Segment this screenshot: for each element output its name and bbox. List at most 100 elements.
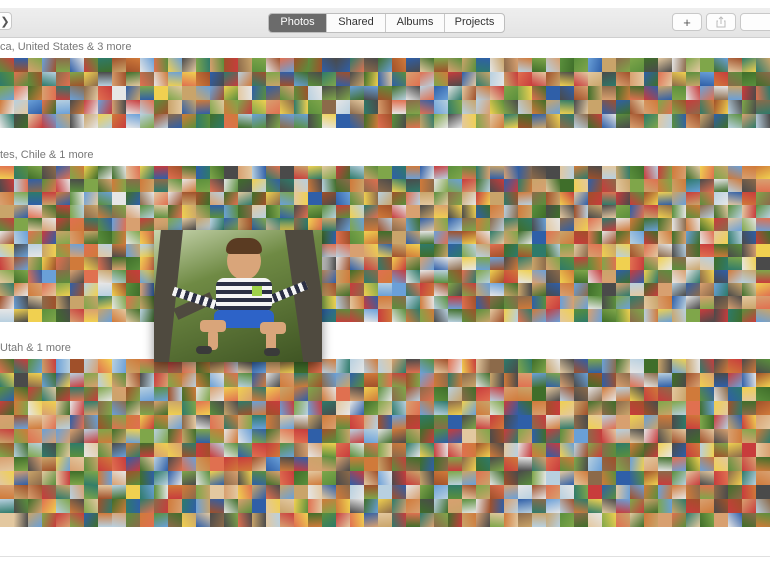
photo-thumbnail[interactable] — [616, 218, 630, 231]
photo-thumbnail[interactable] — [602, 471, 616, 485]
photo-thumbnail[interactable] — [742, 415, 756, 429]
photo-thumbnail[interactable] — [532, 443, 546, 457]
photo-thumbnail[interactable] — [532, 231, 546, 244]
photo-thumbnail[interactable] — [322, 231, 336, 244]
photo-thumbnail[interactable] — [392, 457, 406, 471]
photo-thumbnail[interactable] — [238, 499, 252, 513]
photo-thumbnail[interactable] — [70, 205, 84, 218]
photo-thumbnail[interactable] — [742, 283, 756, 296]
photo-thumbnail[interactable] — [602, 58, 616, 72]
photo-thumbnail[interactable] — [518, 270, 532, 283]
photo-thumbnail[interactable] — [392, 270, 406, 283]
photo-thumbnail[interactable] — [224, 429, 238, 443]
photo-thumbnail[interactable] — [560, 100, 574, 114]
photo-thumbnail[interactable] — [532, 257, 546, 270]
photo-thumbnail[interactable] — [644, 359, 658, 373]
photo-thumbnail[interactable] — [672, 205, 686, 218]
photo-thumbnail[interactable] — [504, 114, 518, 128]
photo-thumbnail[interactable] — [700, 100, 714, 114]
photo-thumbnail[interactable] — [378, 218, 392, 231]
photo-thumbnail[interactable] — [14, 192, 28, 205]
photo-thumbnail[interactable] — [630, 373, 644, 387]
photo-thumbnail[interactable] — [714, 58, 728, 72]
photo-thumbnail[interactable] — [686, 205, 700, 218]
photo-thumbnail[interactable] — [420, 471, 434, 485]
photo-thumbnail[interactable] — [434, 244, 448, 257]
photo-thumbnail[interactable] — [602, 499, 616, 513]
photo-thumbnail[interactable] — [546, 401, 560, 415]
photo-thumbnail[interactable] — [406, 471, 420, 485]
photo-thumbnail[interactable] — [406, 485, 420, 499]
photo-thumbnail[interactable] — [350, 192, 364, 205]
photo-thumbnail[interactable] — [518, 457, 532, 471]
photo-thumbnail[interactable] — [392, 218, 406, 231]
photo-thumbnail[interactable] — [588, 205, 602, 218]
photo-thumbnail[interactable] — [476, 359, 490, 373]
photo-thumbnail[interactable] — [42, 205, 56, 218]
photo-thumbnail[interactable] — [588, 231, 602, 244]
photo-thumbnail[interactable] — [294, 443, 308, 457]
photo-thumbnail[interactable] — [518, 58, 532, 72]
photo-thumbnail[interactable] — [252, 192, 266, 205]
photo-thumbnail[interactable] — [70, 114, 84, 128]
photo-thumbnail[interactable] — [0, 415, 14, 429]
photo-thumbnail[interactable] — [448, 231, 462, 244]
photo-thumbnail[interactable] — [28, 244, 42, 257]
photo-thumbnail[interactable] — [560, 485, 574, 499]
photo-thumbnail[interactable] — [742, 218, 756, 231]
photo-thumbnail[interactable] — [672, 415, 686, 429]
photo-thumbnail[interactable] — [644, 114, 658, 128]
photo-thumbnail[interactable] — [700, 114, 714, 128]
photo-thumbnail[interactable] — [196, 387, 210, 401]
photo-thumbnail[interactable] — [462, 205, 476, 218]
photo-thumbnail[interactable] — [378, 415, 392, 429]
photo-thumbnail[interactable] — [406, 457, 420, 471]
photo-thumbnail[interactable] — [266, 429, 280, 443]
photo-thumbnail[interactable] — [84, 244, 98, 257]
photo-thumbnail[interactable] — [714, 359, 728, 373]
photo-thumbnail[interactable] — [56, 443, 70, 457]
photo-thumbnail[interactable] — [266, 401, 280, 415]
photo-thumbnail[interactable] — [182, 415, 196, 429]
photo-thumbnail[interactable] — [140, 471, 154, 485]
photo-thumbnail[interactable] — [532, 401, 546, 415]
photo-thumbnail[interactable] — [658, 457, 672, 471]
photo-thumbnail[interactable] — [742, 231, 756, 244]
photo-thumbnail[interactable] — [140, 457, 154, 471]
photo-thumbnail[interactable] — [574, 485, 588, 499]
photo-thumbnail[interactable] — [532, 283, 546, 296]
photo-thumbnail[interactable] — [532, 166, 546, 179]
photo-thumbnail[interactable] — [238, 401, 252, 415]
photo-thumbnail[interactable] — [238, 513, 252, 527]
photo-thumbnail[interactable] — [126, 513, 140, 527]
photo-thumbnail[interactable] — [490, 513, 504, 527]
photo-thumbnail[interactable] — [112, 373, 126, 387]
photo-thumbnail[interactable] — [714, 270, 728, 283]
photo-thumbnail[interactable] — [140, 58, 154, 72]
photo-thumbnail[interactable] — [658, 244, 672, 257]
photo-thumbnail[interactable] — [42, 359, 56, 373]
photo-thumbnail[interactable] — [126, 457, 140, 471]
photo-thumbnail[interactable] — [448, 513, 462, 527]
photo-thumbnail[interactable] — [532, 485, 546, 499]
photo-thumbnail[interactable] — [420, 244, 434, 257]
photo-thumbnail[interactable] — [364, 373, 378, 387]
photo-thumbnail[interactable] — [742, 373, 756, 387]
photo-thumbnail[interactable] — [294, 513, 308, 527]
photo-thumbnail[interactable] — [476, 283, 490, 296]
photo-thumbnail[interactable] — [0, 86, 14, 100]
photo-thumbnail[interactable] — [252, 166, 266, 179]
photo-thumbnail[interactable] — [644, 72, 658, 86]
photo-thumbnail[interactable] — [686, 443, 700, 457]
photo-thumbnail[interactable] — [378, 270, 392, 283]
photo-thumbnail[interactable] — [448, 179, 462, 192]
photo-thumbnail[interactable] — [434, 114, 448, 128]
photo-thumbnail[interactable] — [196, 471, 210, 485]
photo-thumbnail[interactable] — [308, 100, 322, 114]
photo-thumbnail[interactable] — [98, 499, 112, 513]
photo-thumbnail[interactable] — [686, 471, 700, 485]
photo-thumbnail[interactable] — [294, 457, 308, 471]
photo-thumbnail[interactable] — [182, 72, 196, 86]
photo-thumbnail[interactable] — [154, 401, 168, 415]
photo-thumbnail[interactable] — [462, 166, 476, 179]
